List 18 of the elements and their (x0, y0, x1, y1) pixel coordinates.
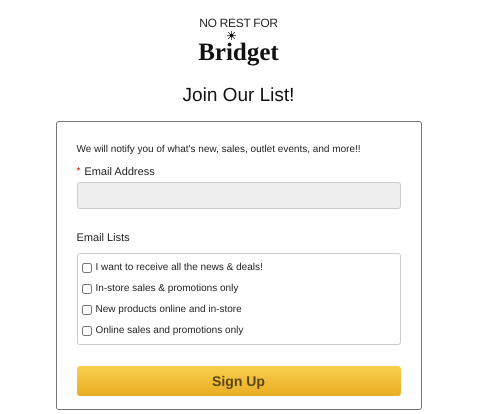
logo-tagline: NO REST FOR (199, 17, 278, 30)
logo-wordmark: Bridget (198, 41, 279, 65)
list-checkbox[interactable] (82, 326, 92, 336)
required-mark: * (76, 166, 80, 178)
intro-text: We will notify you of what's new, sales, outlet events, and more!! (76, 144, 362, 156)
list-option-label: Online sales and promotions only (96, 324, 244, 336)
starburst-icon (227, 31, 236, 40)
email-label: Email Address (84, 166, 155, 178)
email-field[interactable] (76, 182, 400, 209)
page-title: Join Our List! (182, 85, 294, 107)
list-option-label: In-store sales & promotions only (96, 282, 238, 294)
sign-up-button[interactable]: Sign Up (76, 366, 400, 396)
email-lists-label: Email Lists (76, 232, 131, 244)
list-checkbox[interactable] (82, 284, 92, 294)
list-option-label: New products online and in-store (96, 304, 242, 316)
list-option-label: I want to receive all the news & deals! (96, 262, 263, 274)
list-checkbox[interactable] (82, 304, 92, 314)
list-checkbox[interactable] (82, 262, 92, 272)
